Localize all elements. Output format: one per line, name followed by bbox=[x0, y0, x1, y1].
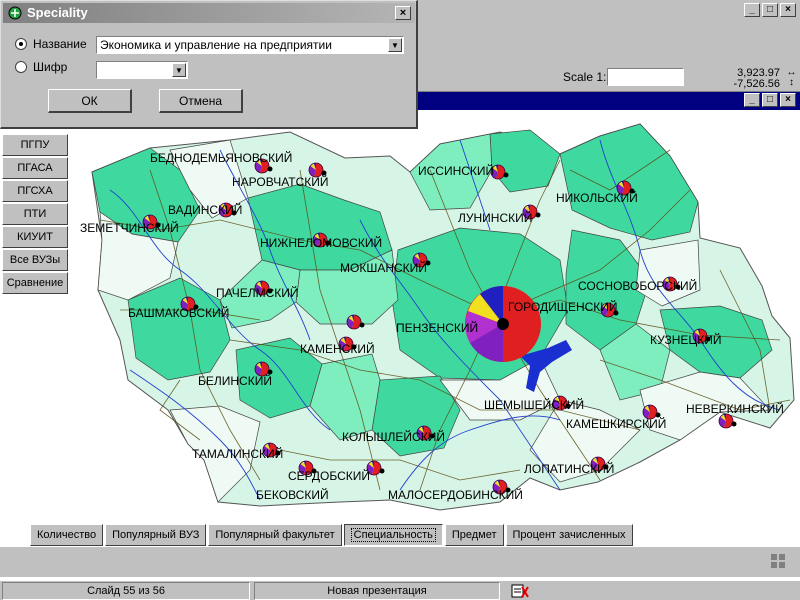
town-marker bbox=[379, 468, 385, 474]
district-label: ВАДИНСКИЙ bbox=[168, 202, 242, 217]
view-window-controls: _ □ × bbox=[744, 93, 796, 107]
tab-count[interactable]: Количество bbox=[30, 524, 104, 546]
code-select[interactable]: ▼ bbox=[96, 61, 188, 79]
district-label: МАЛОСЕРДОБИНСКИЙ bbox=[388, 487, 523, 502]
speciality-dialog: Speciality × Название Экономика и управл… bbox=[0, 0, 418, 129]
district-label: БЕДНОДЕМЬЯНОВСКИЙ bbox=[150, 150, 292, 165]
code-radio[interactable] bbox=[15, 61, 27, 73]
chevron-down-icon[interactable]: ▼ bbox=[172, 63, 186, 77]
dialog-close-button[interactable]: × bbox=[395, 6, 411, 20]
tab-popular-faculty-label: Популярный факультет bbox=[215, 529, 335, 541]
district-label: КОЛЫШЛЕЙСКИЙ bbox=[342, 429, 445, 444]
town-marker bbox=[535, 212, 541, 218]
district-label: БАШМАКОВСКИЙ bbox=[128, 305, 229, 320]
ok-button[interactable]: ОК bbox=[48, 89, 132, 113]
window-controls: _ □ × bbox=[744, 3, 796, 17]
button-comparison[interactable]: Сравнение bbox=[2, 272, 68, 294]
tab-enrolled-percent[interactable]: Процент зачисленных bbox=[505, 524, 633, 546]
scale-label: Scale 1: bbox=[563, 70, 607, 84]
district-label: НАРОВЧАТСКИЙ bbox=[232, 174, 329, 189]
district-label: КАМЕНСКИЙ bbox=[300, 341, 375, 356]
button-kiuit[interactable]: КИУИТ bbox=[2, 226, 68, 248]
button-all-universities[interactable]: Все ВУЗы bbox=[2, 249, 68, 271]
spellcheck-icon bbox=[511, 584, 529, 598]
presentation-toolbar bbox=[0, 547, 800, 577]
dialog-title: Speciality bbox=[27, 5, 88, 20]
app-icon bbox=[8, 6, 22, 20]
district-label: НЕВЕРКИНСКИЙ bbox=[686, 401, 784, 416]
district-label: КАМЕШКИРСКИЙ bbox=[566, 416, 666, 431]
view-minimize-button[interactable]: _ bbox=[744, 93, 760, 107]
button-pti[interactable]: ПТИ bbox=[2, 203, 68, 225]
town-marker bbox=[503, 172, 509, 178]
name-radio[interactable] bbox=[15, 38, 27, 50]
district-label: КУЗНЕЦКИЙ bbox=[650, 332, 722, 347]
minimize-button[interactable]: _ bbox=[744, 3, 760, 17]
slide-counter: Слайд 55 из 56 bbox=[2, 582, 250, 600]
presentation-name: Новая презентация bbox=[254, 582, 500, 600]
tab-speciality-label: Специальность bbox=[350, 528, 436, 542]
name-select[interactable]: Экономика и управление на предприятии ▼ bbox=[96, 36, 404, 54]
district-label: ШЕМЫШЕЙСКИЙ bbox=[484, 397, 584, 412]
tab-popular-university-label: Популярный ВУЗ bbox=[112, 529, 200, 541]
district-label: БЕЛИНСКИЙ bbox=[198, 373, 272, 388]
status-bar: Слайд 55 из 56 Новая презентация bbox=[0, 580, 800, 600]
town-marker bbox=[267, 166, 273, 172]
maximize-button[interactable]: □ bbox=[762, 3, 778, 17]
district-label: ЛУНИНСКИЙ bbox=[458, 210, 532, 225]
dialog-titlebar: Speciality × bbox=[3, 3, 415, 23]
tab-speciality[interactable]: Специальность bbox=[343, 524, 443, 546]
code-radio-label: Шифр bbox=[33, 60, 68, 74]
name-radio-label: Название bbox=[33, 37, 87, 51]
close-button[interactable]: × bbox=[780, 3, 796, 17]
tab-enrolled-percent-label: Процент зачисленных bbox=[512, 529, 626, 541]
district-label: НИЖНЕЛОМОВСКИЙ bbox=[260, 235, 382, 250]
map-view[interactable]: БЕДНОДЕМЬЯНОВСКИЙ НАРОВЧАТСКИЙ ИССИНСКИЙ НИ… bbox=[0, 110, 800, 547]
button-pgpu[interactable]: ПГПУ bbox=[2, 134, 68, 156]
district-label: ЛОПАТИНСКИЙ bbox=[524, 461, 614, 476]
district-label: ТАМАЛИНСКИЙ bbox=[192, 446, 283, 461]
grid-view-icon[interactable] bbox=[770, 553, 786, 569]
district-label: НИКОЛЬСКИЙ bbox=[556, 190, 638, 205]
district-label: СЕРДОБСКИЙ bbox=[288, 468, 370, 483]
view-close-button[interactable]: × bbox=[780, 93, 796, 107]
name-select-value: Экономика и управление на предприятии bbox=[100, 38, 332, 52]
district-label: ПЕНЗЕНСКИЙ bbox=[396, 320, 478, 335]
district-label: ГОРОДИЩЕНСКИЙ bbox=[508, 299, 618, 314]
district-label: МОКШАНСКИЙ bbox=[340, 260, 427, 275]
button-pgsha[interactable]: ПГСХА bbox=[2, 180, 68, 202]
district-label: ИССИНСКИЙ bbox=[418, 163, 494, 178]
coordinate-arrows-icon: ↔ ↕ bbox=[786, 67, 797, 88]
view-maximize-button[interactable]: □ bbox=[762, 93, 778, 107]
university-buttons: ПГПУ ПГАСА ПГСХА ПТИ КИУИТ Все ВУЗы Срав… bbox=[2, 134, 68, 295]
chevron-down-icon[interactable]: ▼ bbox=[388, 38, 402, 52]
cancel-button[interactable]: Отмена bbox=[159, 89, 243, 113]
button-pgasa[interactable]: ПГАСА bbox=[2, 157, 68, 179]
scale-input[interactable] bbox=[607, 68, 684, 86]
tab-popular-faculty[interactable]: Популярный факультет bbox=[208, 524, 342, 546]
tab-count-label: Количество bbox=[37, 529, 97, 541]
analysis-tab-bar: Количество Популярный ВУЗ Популярный фак… bbox=[30, 524, 633, 546]
town-marker bbox=[731, 421, 737, 427]
district-label: СОСНОВОБОРСКИЙ bbox=[578, 278, 697, 293]
tab-popular-university[interactable]: Популярный ВУЗ bbox=[105, 524, 207, 546]
tab-subject-label: Предмет bbox=[451, 529, 497, 541]
district-label: БЕКОВСКИЙ bbox=[256, 487, 329, 502]
region-map[interactable]: БЕДНОДЕМЬЯНОВСКИЙ НАРОВЧАТСКИЙ ИССИНСКИЙ НИ… bbox=[0, 110, 800, 547]
coordinate-y: -7,526.56 bbox=[733, 78, 780, 90]
tab-subject[interactable]: Предмет bbox=[444, 524, 504, 546]
district-label: ЗЕМЕТЧИНСКИЙ bbox=[80, 220, 179, 235]
district-label: ПАЧЕЛМСКИЙ bbox=[216, 285, 298, 300]
town-marker bbox=[359, 322, 365, 328]
